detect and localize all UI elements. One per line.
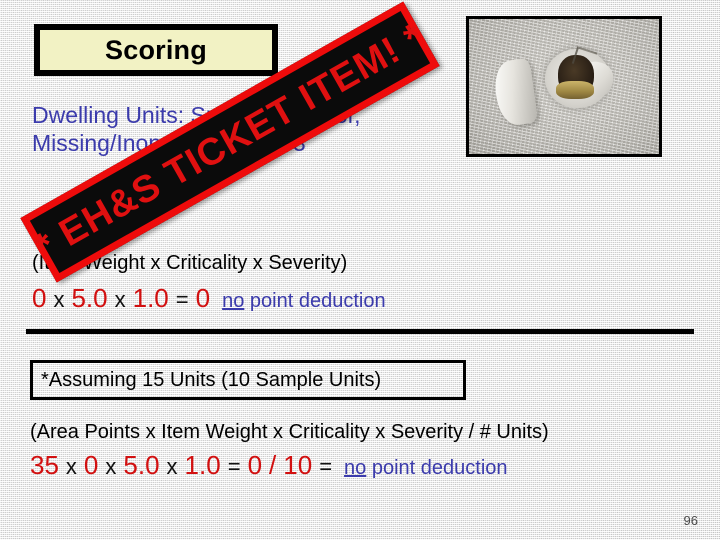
photo-ceiling-surface — [469, 19, 659, 154]
formula-token: 5.0 — [71, 283, 108, 313]
area-result-emphasis: no — [344, 457, 367, 479]
item-formula-result: no point deduction — [222, 290, 385, 313]
formula-token: x — [65, 454, 77, 479]
area-formula-label: (Area Points x Item Weight x Criticality… — [30, 421, 549, 443]
photo-detector-ring — [556, 81, 595, 99]
area-result-text: point deduction — [366, 457, 508, 479]
area-formula-line: 35 x 0 x 5.0 x 1.0 = 0/10 = no point deduction — [30, 450, 508, 481]
photo-detector-cover — [491, 57, 538, 127]
assumption-text: *Assuming 15 Units (10 Sample Units) — [41, 368, 382, 391]
formula-token: 1.0 — [184, 450, 221, 480]
formula-token: 10 — [283, 450, 313, 480]
formula-token: = — [319, 454, 333, 479]
formula-token: 0 — [83, 450, 99, 480]
formula-token: / — [269, 450, 277, 480]
section-divider — [26, 329, 694, 334]
item-formula-line: 0 x 5.0 x 1.0 = 0 no point deduction — [32, 283, 386, 314]
smoke-detector-photo — [466, 16, 662, 157]
item-result-text: point deduction — [244, 290, 386, 312]
formula-token: x — [114, 287, 126, 312]
formula-token: = — [175, 287, 189, 312]
item-formula-tokens: 0 x 5.0 x 1.0 = 0 — [32, 283, 210, 314]
formula-token: 1.0 — [132, 283, 169, 313]
area-formula-result: no point deduction — [344, 457, 507, 480]
formula-token: x — [105, 454, 117, 479]
formula-token: 0 — [32, 283, 47, 313]
item-result-emphasis: no — [222, 290, 245, 312]
formula-token: 5.0 — [123, 450, 160, 480]
page-number: 96 — [683, 513, 698, 528]
formula-token: x — [53, 287, 65, 312]
page-title: Scoring — [105, 34, 207, 65]
slide-title-box: Scoring — [34, 24, 278, 76]
formula-token: x — [166, 454, 178, 479]
formula-token: = — [227, 454, 241, 479]
slide-canvas: Scoring Dwelling Units: Smoke Detector, … — [0, 0, 720, 540]
area-formula-tokens: 35 x 0 x 5.0 x 1.0 = 0/10 = — [30, 450, 332, 481]
assumption-box: *Assuming 15 Units (10 Sample Units) — [30, 360, 466, 400]
formula-token: 0 — [247, 450, 263, 480]
formula-token: 35 — [30, 450, 59, 480]
formula-token: 0 — [195, 283, 211, 313]
